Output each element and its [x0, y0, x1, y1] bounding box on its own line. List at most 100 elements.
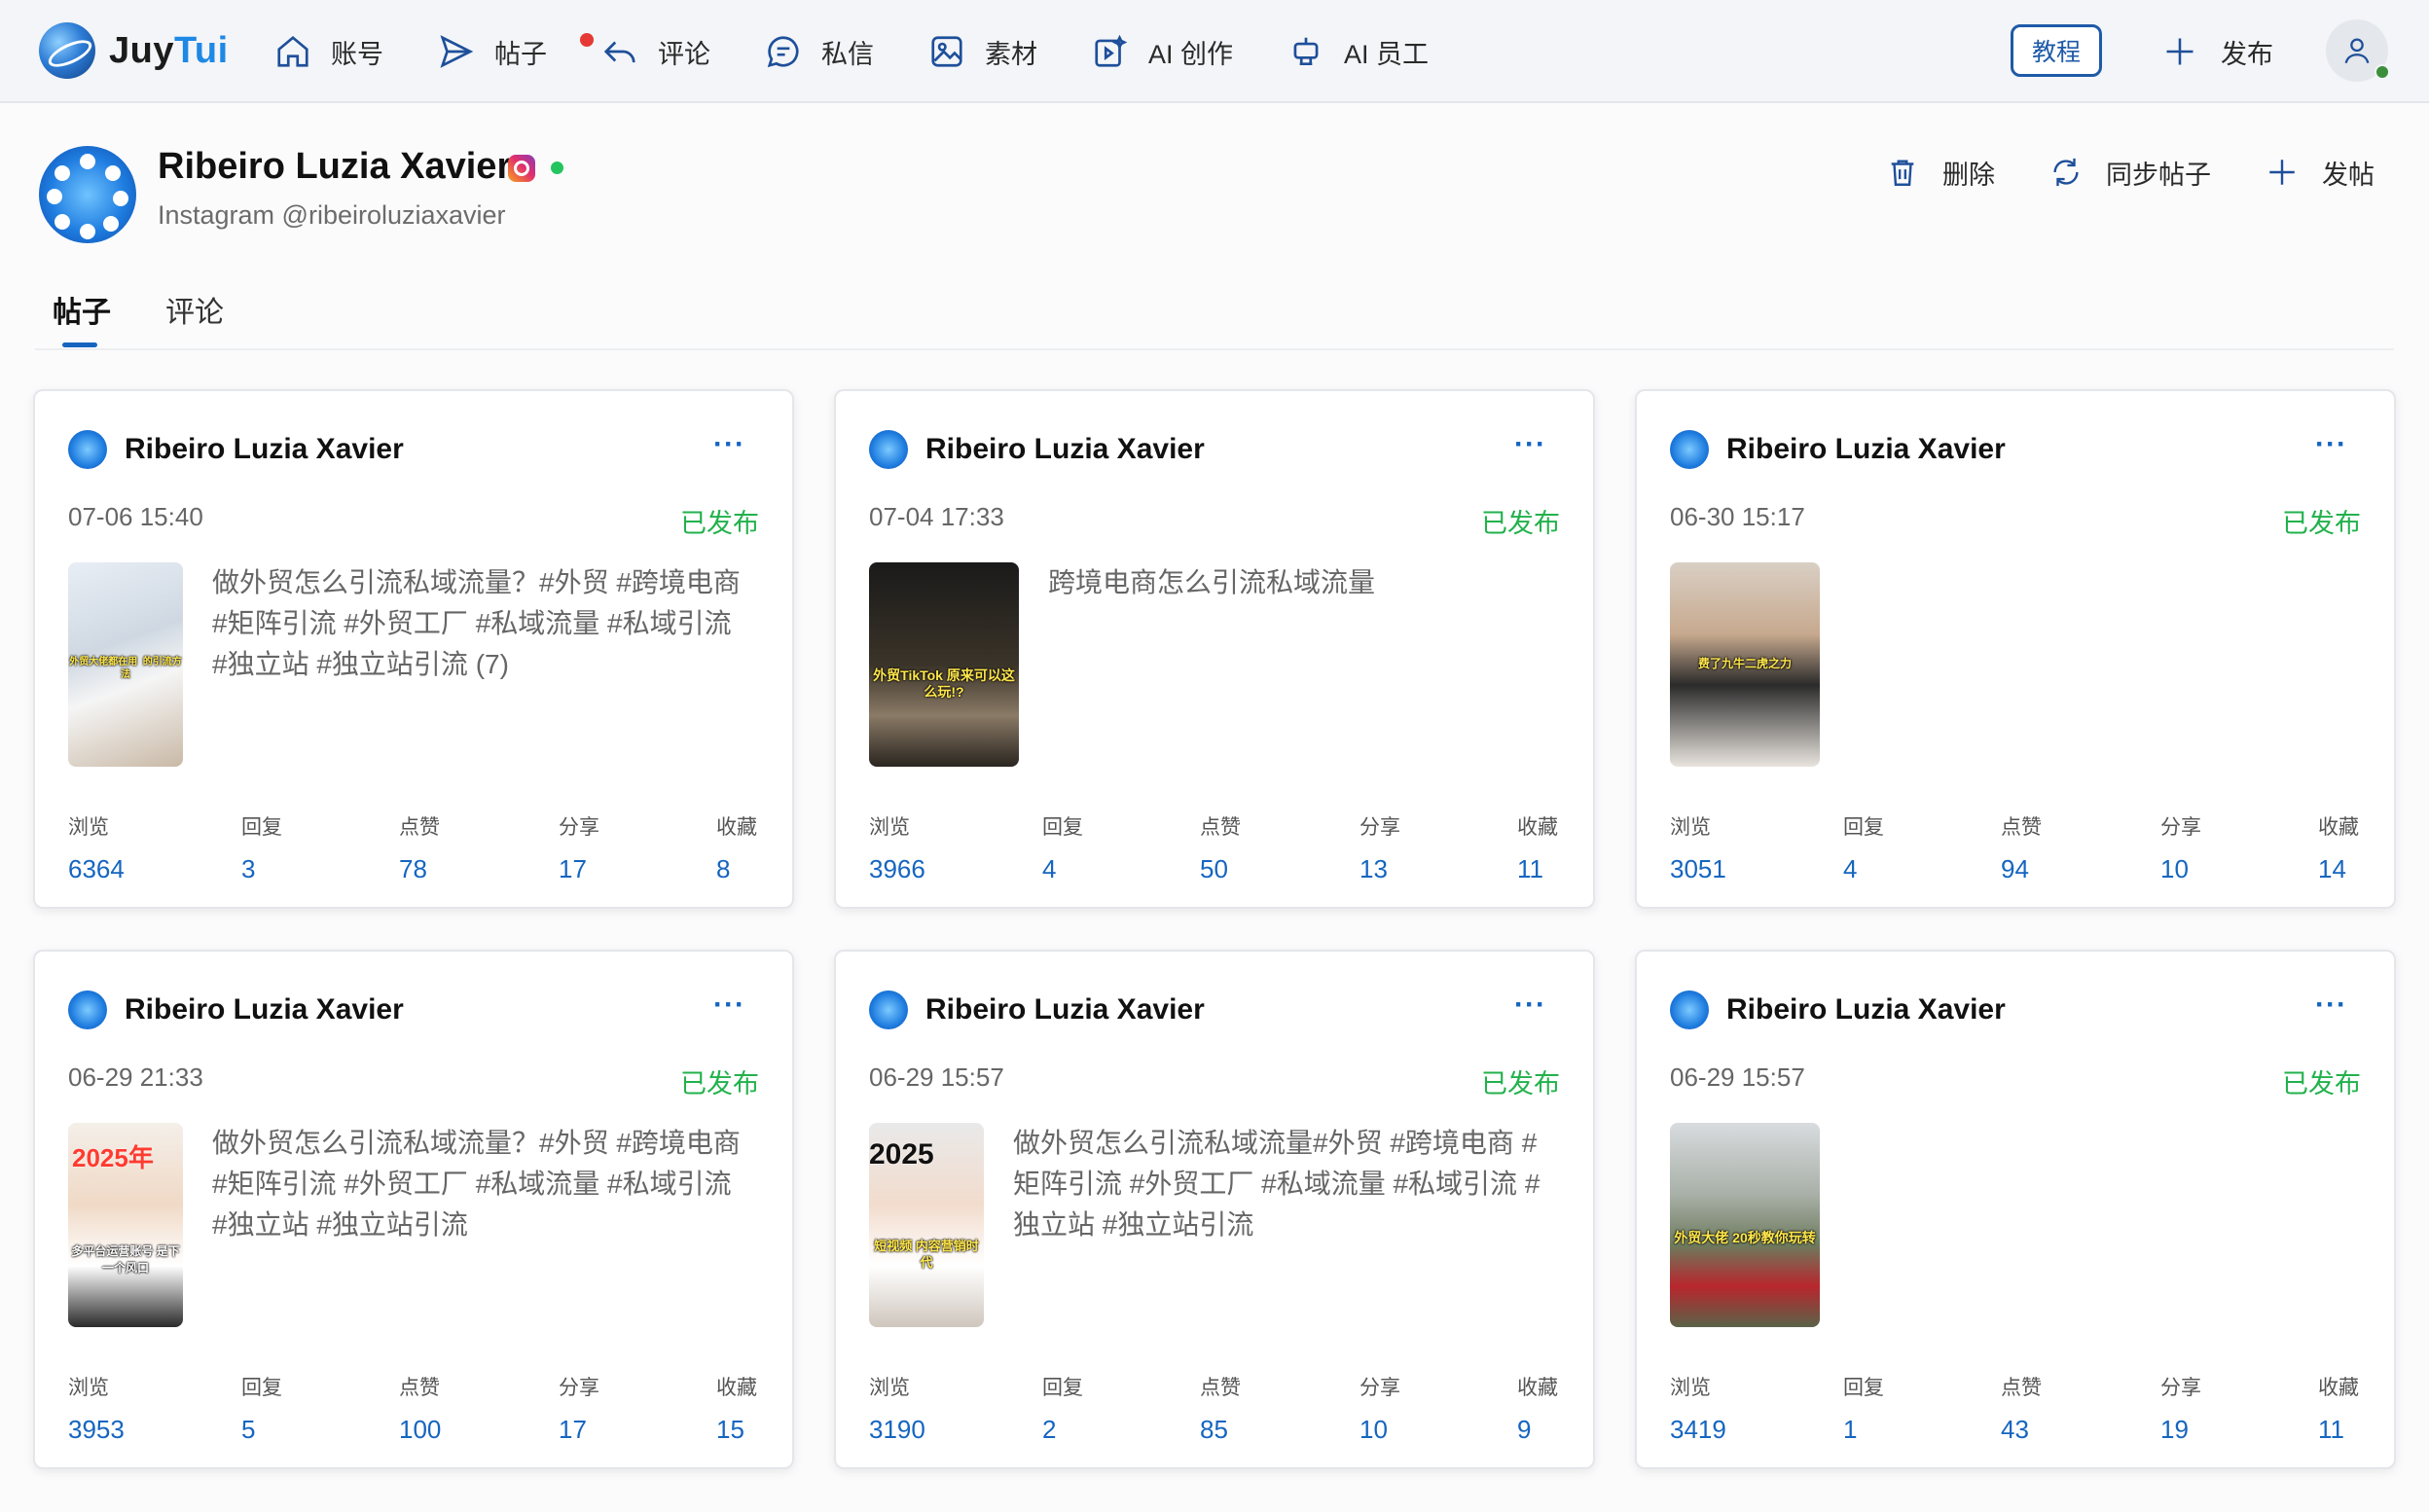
stat-value-replies: 1 — [1843, 1415, 1858, 1444]
stat-label-views: 浏览 — [869, 816, 910, 839]
ai-create-icon — [1095, 34, 1128, 67]
author-avatar — [68, 430, 107, 469]
stat-value-shares: 19 — [2160, 1415, 2189, 1444]
tab-comments[interactable]: 评论 — [165, 288, 224, 346]
logo-text: JuyTui — [109, 29, 229, 71]
post-stats: 浏览 3051 回复 4 点赞 94 分享 10 收藏 14 — [1670, 811, 2361, 889]
post-thumbnail[interactable]: 外贸TikTok 原来可以这么玩!? — [869, 562, 1019, 767]
stat-label-favorites: 收藏 — [716, 816, 757, 839]
post-thumbnail[interactable]: 费了九牛二虎之力 — [1670, 562, 1820, 767]
post-card[interactable]: Ribeiro Luzia Xavier ··· 06-29 21:33 已发布… — [33, 950, 794, 1469]
stat-label-likes: 点赞 — [2001, 1377, 2042, 1399]
nav-item-materials[interactable]: 素材 — [928, 22, 1037, 81]
sync-posts-button[interactable]: 同步帖子 — [2049, 154, 2211, 192]
stat-label-likes: 点赞 — [2001, 816, 2042, 839]
app-logo[interactable]: JuyTui — [39, 21, 229, 80]
stat-value-shares: 10 — [2160, 854, 2189, 883]
author-avatar — [1670, 990, 1709, 1029]
post-author: Ribeiro Luzia Xavier — [125, 993, 404, 1026]
main-nav: 账号 帖子 评论 私信 素材 AI 创作 AI 员工 — [274, 0, 1483, 103]
delete-button[interactable]: 删除 — [1886, 154, 1995, 192]
nav-item-comments[interactable]: 评论 — [601, 22, 710, 81]
thumbnail-caption: 多平台运营账号 是下一个风口 — [71, 1244, 180, 1275]
more-options-icon[interactable]: ··· — [1514, 430, 1546, 459]
stat-value-likes: 43 — [2001, 1415, 2029, 1444]
thumbnail-caption: 外贸大佬 20秒教你玩转 — [1674, 1230, 1816, 1245]
thumbnail-title: 2025 — [869, 1138, 934, 1170]
nav-item-ai-staff[interactable]: AI 员工 — [1287, 22, 1429, 81]
content-tabs: 帖子 评论 — [53, 288, 278, 347]
post-stats: 浏览 6364 回复 3 点赞 78 分享 17 收藏 8 — [68, 811, 759, 889]
status-badge: 已发布 — [1481, 1069, 1560, 1098]
stat-label-replies: 回复 — [241, 816, 282, 839]
post-stats: 浏览 3190 回复 2 点赞 85 分享 10 收藏 9 — [869, 1372, 1560, 1450]
stat-value-replies: 2 — [1042, 1415, 1057, 1444]
stat-label-favorites: 收藏 — [2318, 1377, 2359, 1399]
sync-icon — [2053, 158, 2079, 187]
thumbnail-caption: 外贸TikTok 原来可以这么玩!? — [873, 667, 1015, 700]
thumbnail-title: 2025年 — [72, 1143, 154, 1172]
post-author: Ribeiro Luzia Xavier — [125, 433, 404, 465]
post-stats: 浏览 3419 回复 1 点赞 43 分享 19 收藏 11 — [1670, 1372, 2361, 1450]
nav-item-posts[interactable]: 帖子 — [438, 22, 547, 81]
stat-label-shares: 分享 — [2160, 1377, 2201, 1399]
instagram-icon — [508, 155, 535, 182]
stat-label-shares: 分享 — [2160, 816, 2201, 839]
stat-value-shares: 17 — [559, 1415, 587, 1444]
stat-label-views: 浏览 — [68, 1377, 109, 1399]
account-status-dot — [551, 162, 563, 174]
nav-item-accounts[interactable]: 账号 — [274, 22, 383, 81]
author-avatar — [869, 430, 908, 469]
post-text: 做外贸怎么引流私域流量？#外贸 #跨境电商 #矩阵引流 #外贸工厂 #私域流量 … — [212, 1128, 741, 1240]
post-text: 做外贸怎么引流私域流量？#外贸 #跨境电商 #矩阵引流 #外贸工厂 #私域流量 … — [212, 567, 741, 679]
stat-label-replies: 回复 — [241, 1377, 282, 1399]
stat-label-replies: 回复 — [1843, 1377, 1884, 1399]
thumbnail-caption: 短视频 内容营销时代 — [874, 1239, 979, 1270]
more-options-icon[interactable]: ··· — [2315, 990, 2347, 1020]
post-thumbnail[interactable]: 外贸大佬都在用 的引流方法 — [68, 562, 183, 767]
post-thumbnail[interactable]: 2025 短视频 内容营销时代 — [869, 1123, 984, 1327]
profile-handle: Instagram @ribeiroluziaxavier — [158, 200, 506, 230]
stat-label-views: 浏览 — [1670, 1377, 1711, 1399]
nav-item-messages[interactable]: 私信 — [765, 22, 874, 81]
robot-icon — [1293, 37, 1319, 66]
more-options-icon[interactable]: ··· — [713, 990, 745, 1020]
home-icon — [277, 35, 308, 67]
stat-value-views: 6364 — [68, 854, 125, 883]
post-card[interactable]: Ribeiro Luzia Xavier ··· 06-29 15:57 已发布… — [834, 950, 1595, 1469]
image-icon — [931, 36, 962, 67]
post-thumbnail[interactable]: 外贸大佬 20秒教你玩转 — [1670, 1123, 1820, 1327]
post-date: 06-29 15:57 — [1670, 1062, 1805, 1092]
stat-label-replies: 回复 — [1042, 1377, 1083, 1399]
tabs-divider — [35, 348, 2394, 350]
stat-label-shares: 分享 — [1360, 816, 1400, 839]
post-date: 06-29 15:57 — [869, 1062, 1004, 1092]
post-date: 06-30 15:17 — [1670, 502, 1805, 531]
post-stats: 浏览 3953 回复 5 点赞 100 分享 17 收藏 15 — [68, 1372, 759, 1450]
more-options-icon[interactable]: ··· — [713, 430, 745, 459]
stat-value-shares: 13 — [1360, 854, 1388, 883]
more-options-icon[interactable]: ··· — [1514, 990, 1546, 1020]
post-card[interactable]: Ribeiro Luzia Xavier ··· 06-30 15:17 已发布… — [1635, 389, 2396, 909]
stat-label-shares: 分享 — [1360, 1377, 1400, 1399]
stat-value-likes: 100 — [399, 1415, 442, 1444]
new-post-button[interactable]: 发帖 — [2266, 154, 2375, 192]
post-date: 07-04 17:33 — [869, 502, 1004, 531]
post-card[interactable]: Ribeiro Luzia Xavier ··· 07-06 15:40 已发布… — [33, 389, 794, 909]
stat-label-favorites: 收藏 — [716, 1377, 757, 1399]
plus-icon — [2269, 160, 2295, 185]
tab-posts[interactable]: 帖子 — [53, 288, 111, 347]
post-thumbnail[interactable]: 2025年 多平台运营账号 是下一个风口 — [68, 1123, 183, 1327]
stat-value-views: 3051 — [1670, 854, 1726, 883]
publish-button[interactable]: 发布 — [2162, 27, 2273, 76]
stat-label-favorites: 收藏 — [2318, 816, 2359, 839]
stat-value-favorites: 8 — [716, 854, 731, 883]
tutorial-button[interactable]: 教程 — [2011, 24, 2102, 77]
post-card[interactable]: Ribeiro Luzia Xavier ··· 07-04 17:33 已发布… — [834, 389, 1595, 909]
post-card[interactable]: Ribeiro Luzia Xavier ··· 06-29 15:57 已发布… — [1635, 950, 2396, 1469]
nav-item-ai-create[interactable]: AI 创作 — [1092, 22, 1233, 81]
status-badge: 已发布 — [680, 1069, 759, 1098]
globe-logo-icon — [39, 22, 95, 79]
stat-value-views: 3953 — [68, 1415, 125, 1444]
more-options-icon[interactable]: ··· — [2315, 430, 2347, 459]
